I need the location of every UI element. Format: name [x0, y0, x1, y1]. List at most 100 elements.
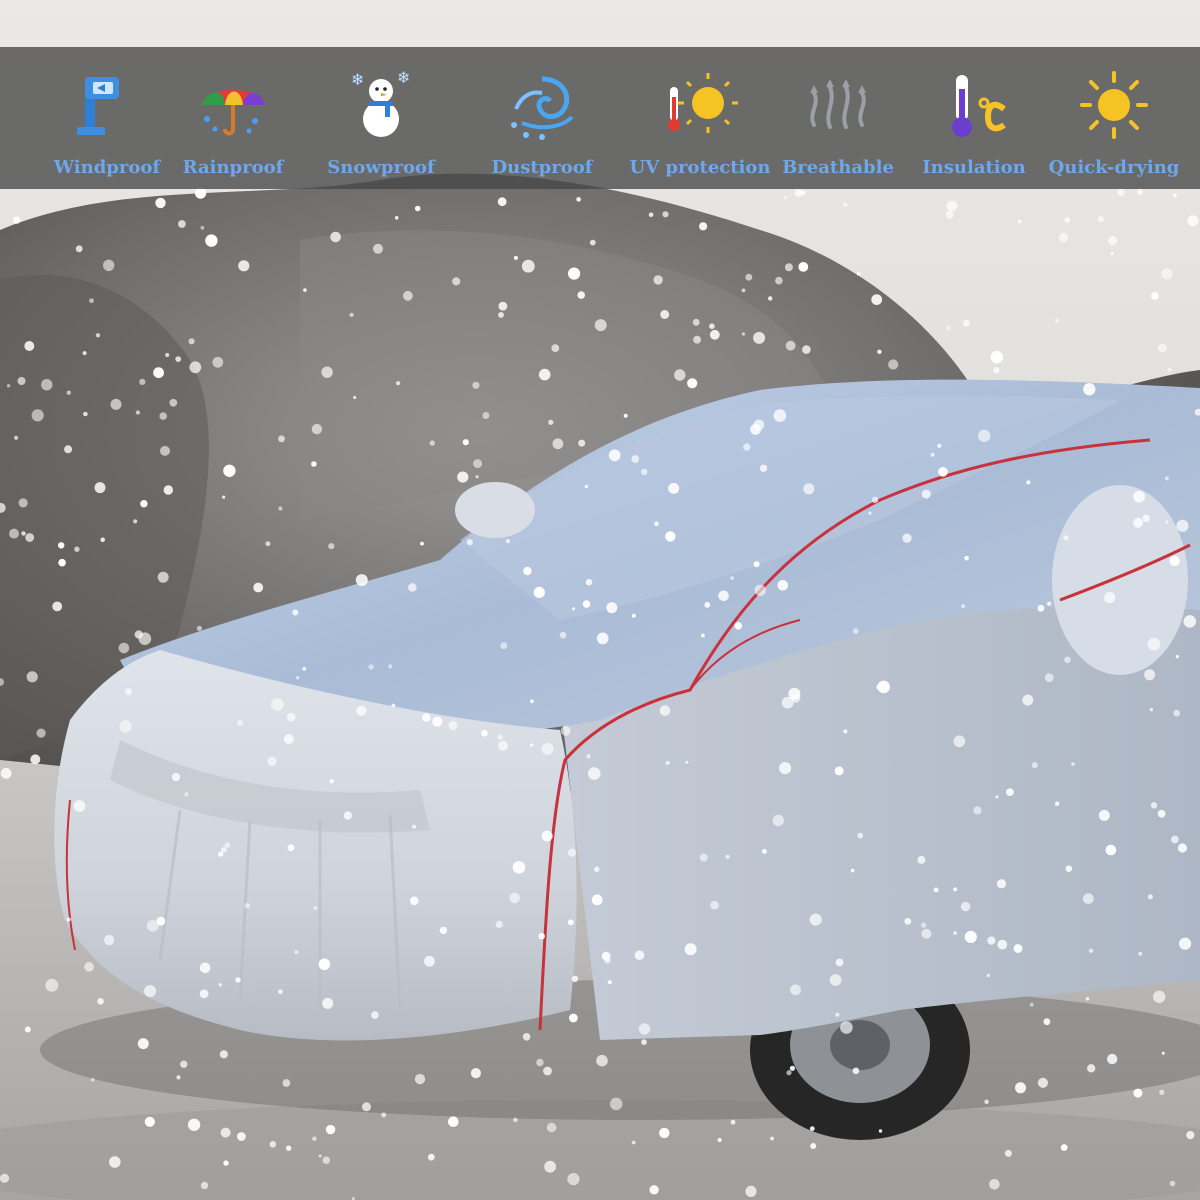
- snowflake: [321, 366, 333, 378]
- snowflake: [798, 262, 809, 272]
- snowflake: [349, 312, 354, 317]
- snowflake: [759, 464, 768, 472]
- snowflake: [452, 277, 461, 286]
- snowflake: [109, 1156, 121, 1168]
- snowflake: [803, 483, 815, 495]
- snowflake: [789, 1065, 796, 1071]
- snowflake: [1159, 1089, 1165, 1095]
- snowflake: [457, 471, 469, 483]
- snowflake: [237, 1132, 246, 1141]
- snowflake: [512, 861, 526, 874]
- snowflake: [1105, 844, 1117, 856]
- snowflake: [420, 541, 424, 546]
- snowflake: [810, 1143, 817, 1149]
- snowflake: [761, 848, 767, 854]
- snowflake: [1161, 1051, 1165, 1055]
- snowflake: [200, 1181, 209, 1190]
- snowflake: [809, 913, 822, 926]
- snowflake: [687, 378, 698, 389]
- snowflake: [408, 583, 417, 592]
- feature-rainproof: Rainproof: [153, 47, 313, 189]
- snowflake: [0, 767, 12, 779]
- snowflake: [709, 329, 720, 340]
- snowflake: [523, 566, 532, 576]
- snowflake: [1133, 517, 1144, 528]
- snowflake: [692, 318, 700, 326]
- snowflake: [668, 482, 680, 494]
- snowflake: [631, 1140, 636, 1145]
- snowflake: [1047, 601, 1052, 606]
- snowflake: [187, 1118, 201, 1132]
- snowflake: [608, 449, 621, 462]
- snowflake: [220, 1127, 231, 1138]
- uv-protection-icon: [660, 65, 740, 145]
- snowflake: [313, 906, 318, 910]
- snowflake: [1107, 1053, 1118, 1065]
- snowflake: [920, 922, 927, 928]
- snowflake: [843, 729, 848, 734]
- snowflake: [741, 288, 746, 293]
- snowflake: [17, 377, 26, 385]
- snowflake: [753, 419, 765, 431]
- snowflake: [74, 546, 80, 552]
- snowflake: [104, 934, 115, 946]
- snowflake: [1158, 343, 1167, 353]
- snowflake: [699, 853, 708, 862]
- snowflake: [362, 1102, 371, 1112]
- snowflake: [871, 294, 883, 305]
- snowflake: [585, 578, 593, 586]
- snowflake: [1179, 937, 1192, 950]
- snowflake: [90, 1078, 95, 1082]
- snowflake: [530, 743, 534, 747]
- snowflake: [66, 390, 72, 395]
- snowflake: [500, 642, 508, 650]
- snowflake: [1097, 215, 1105, 223]
- snowflake: [779, 762, 792, 775]
- snowflake: [852, 1067, 860, 1075]
- snowflake: [160, 445, 170, 456]
- snowflake: [24, 341, 35, 351]
- snowflake: [829, 974, 842, 986]
- snowflake: [513, 1117, 518, 1123]
- snowflake: [852, 628, 859, 634]
- snowflake: [594, 319, 607, 332]
- snowflake: [772, 814, 784, 827]
- snowflake: [325, 1124, 336, 1135]
- snowflake: [267, 756, 277, 766]
- snowflake: [1064, 217, 1071, 224]
- snowflake: [14, 435, 19, 440]
- snowflake: [784, 263, 793, 272]
- snowflake: [572, 607, 576, 611]
- snowflake: [110, 398, 122, 410]
- snowflake: [946, 200, 958, 212]
- snowflake: [522, 1033, 531, 1041]
- snowflake: [1022, 694, 1034, 706]
- snowflake: [1165, 520, 1169, 524]
- snowflake: [1172, 193, 1177, 198]
- snowflake: [1087, 1064, 1096, 1073]
- snowflake: [1133, 1088, 1143, 1098]
- snowflake: [548, 419, 554, 425]
- snowflake: [1054, 801, 1060, 806]
- snowflake: [448, 1116, 459, 1127]
- snowflake: [946, 325, 951, 331]
- snowflake: [591, 894, 603, 906]
- snowflake: [253, 582, 264, 593]
- snowflake: [482, 412, 490, 419]
- snowflake: [533, 586, 545, 599]
- snowflake: [1083, 383, 1096, 396]
- snowflake: [1173, 709, 1180, 717]
- snowflake: [1063, 535, 1069, 541]
- snowflake: [552, 438, 564, 450]
- snowflake: [567, 1173, 580, 1186]
- snowflake: [1060, 1144, 1068, 1151]
- snowflake: [18, 498, 28, 508]
- snowflake: [770, 1136, 774, 1141]
- snowflake: [953, 887, 958, 892]
- snowflake: [1169, 1180, 1176, 1187]
- snowflake: [543, 1066, 552, 1076]
- snowflake: [205, 234, 218, 247]
- snowflake: [135, 410, 140, 415]
- snowflake: [1150, 802, 1158, 809]
- dustproof-icon: [502, 65, 582, 145]
